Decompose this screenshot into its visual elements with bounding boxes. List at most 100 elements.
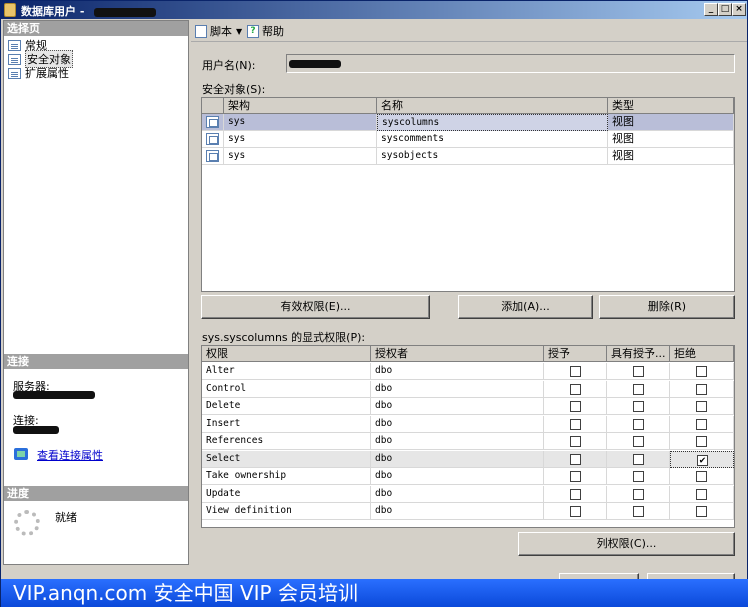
grant-cell <box>544 485 607 503</box>
deny-cell <box>670 433 734 450</box>
grant-checkbox[interactable] <box>569 383 581 395</box>
grant-checkbox[interactable] <box>569 436 581 447</box>
deny-checkbox[interactable] <box>696 366 707 377</box>
chevron-down-icon[interactable]: ▼ <box>236 27 242 36</box>
grant-checkbox[interactable] <box>569 471 581 482</box>
permission-row[interactable]: Select dbo ✔ <box>202 450 734 468</box>
permission-row[interactable]: Insert dbo <box>202 415 734 433</box>
permission-row[interactable]: References dbo <box>202 433 734 450</box>
deny-cell <box>670 363 734 380</box>
column-header-permission[interactable]: 权限 <box>202 346 371 362</box>
column-header-grantor[interactable]: 授权者 <box>371 346 544 362</box>
column-permissions-button[interactable]: 列权限(C)... <box>518 532 735 556</box>
title-bar[interactable]: 数据库用户 - _ □ × <box>1 1 747 19</box>
grant-checkbox[interactable] <box>569 488 581 500</box>
view-icon <box>206 133 219 145</box>
deny-checkbox[interactable] <box>696 506 707 517</box>
deny-checkbox[interactable] <box>696 488 707 500</box>
view-connection-properties-link[interactable]: 查看连接属性 <box>37 447 103 463</box>
column-header-name[interactable]: 名称 <box>377 98 608 114</box>
permission-row[interactable]: View definition dbo <box>202 503 734 520</box>
user-name-field <box>286 54 735 73</box>
permission-cell: Take ownership <box>202 468 371 485</box>
user-name-label: 用户名(N): <box>202 59 256 72</box>
permission-row[interactable]: Update dbo <box>202 485 734 503</box>
row-icon-header <box>202 98 224 114</box>
script-icon <box>195 24 207 38</box>
column-header-schema[interactable]: 架构 <box>224 98 377 114</box>
effective-permissions-button[interactable]: 有效权限(E)... <box>201 295 430 319</box>
nav-item-extended-properties[interactable]: 扩展属性 <box>8 66 69 80</box>
permission-row[interactable]: Control dbo <box>202 380 734 398</box>
permission-cell: Update <box>202 485 371 503</box>
with-grant-cell <box>607 363 670 380</box>
grant-cell <box>544 415 607 433</box>
permissions-grid[interactable]: 权限 授权者 授予 具有授予... 拒绝 Alter dbo Control dbo D… <box>201 345 735 528</box>
with-grant-cell <box>607 398 670 415</box>
grant-checkbox[interactable] <box>569 401 581 412</box>
database-user-window: 数据库用户 - _ □ × 选择页 常规 安全对象 扩展属性 连接 服务器: 连… <box>0 0 748 607</box>
with-grant-cell <box>607 415 670 433</box>
securable-row[interactable]: sys syscolumns 视图 <box>202 114 734 131</box>
permission-row[interactable]: Delete dbo <box>202 398 734 415</box>
grant-checkbox[interactable] <box>569 453 581 465</box>
promo-banner: VIP.anqn.com 安全中国 VIP 会员培训 <box>1 579 748 607</box>
with-grant-checkbox[interactable] <box>632 401 644 412</box>
permission-row[interactable]: Take ownership dbo <box>202 468 734 485</box>
column-header-type[interactable]: 类型 <box>608 98 734 114</box>
minimize-button[interactable]: _ <box>704 3 718 16</box>
deny-checkbox[interactable] <box>696 436 707 447</box>
explicit-permissions-label: sys.syscolumns 的显式权限(P): <box>202 331 366 344</box>
remove-button[interactable]: 删除(R) <box>599 295 735 319</box>
with-grant-cell <box>607 433 670 450</box>
securable-row[interactable]: sys sysobjects 视图 <box>202 148 734 165</box>
permission-cell: Control <box>202 380 371 398</box>
progress-header: 进度 <box>4 486 188 501</box>
nav-item-securables[interactable]: 安全对象 <box>8 50 73 68</box>
grant-cell <box>544 468 607 485</box>
row-icon-cell <box>202 131 224 148</box>
securable-row[interactable]: sys syscomments 视图 <box>202 131 734 148</box>
grant-checkbox[interactable] <box>569 366 581 377</box>
script-button[interactable]: 脚本 ▼ <box>195 23 242 39</box>
deny-cell <box>670 380 734 398</box>
with-grant-cell <box>607 380 670 398</box>
grantor-cell: dbo <box>371 398 544 415</box>
column-header-grant[interactable]: 授予 <box>544 346 607 362</box>
grantor-cell: dbo <box>371 363 544 380</box>
with-grant-checkbox[interactable] <box>632 453 644 465</box>
with-grant-cell <box>607 450 670 468</box>
deny-checkbox[interactable] <box>696 418 707 430</box>
grant-cell <box>544 380 607 398</box>
with-grant-checkbox[interactable] <box>632 471 644 482</box>
with-grant-checkbox[interactable] <box>632 418 644 430</box>
grant-checkbox[interactable] <box>569 506 581 517</box>
maximize-button[interactable]: □ <box>718 3 732 16</box>
nav-item-label: 扩展属性 <box>25 67 69 80</box>
name-cell: syscolumns <box>377 114 608 131</box>
column-header-deny[interactable]: 拒绝 <box>670 346 734 362</box>
close-button[interactable]: × <box>732 3 746 16</box>
with-grant-checkbox[interactable] <box>632 506 644 517</box>
deny-checkbox[interactable] <box>696 401 707 412</box>
connection-properties-icon <box>14 448 28 460</box>
permission-cell: View definition <box>202 503 371 520</box>
permission-row[interactable]: Alter dbo <box>202 363 734 380</box>
schema-cell: sys <box>224 114 377 131</box>
deny-checkbox[interactable]: ✔ <box>697 454 708 466</box>
permission-cell: Select <box>202 450 371 468</box>
schema-cell: sys <box>224 131 377 148</box>
deny-checkbox[interactable] <box>696 471 707 482</box>
with-grant-checkbox[interactable] <box>632 488 644 500</box>
help-button[interactable]: ? 帮助 <box>247 23 284 39</box>
with-grant-checkbox[interactable] <box>632 383 644 395</box>
with-grant-checkbox[interactable] <box>632 366 644 377</box>
grant-checkbox[interactable] <box>569 418 581 430</box>
deny-checkbox[interactable] <box>696 383 707 395</box>
connection-header: 连接 <box>4 354 188 369</box>
with-grant-checkbox[interactable] <box>632 436 644 447</box>
securables-grid[interactable]: 架构 名称 类型 sys syscolumns 视图 sys syscommen… <box>201 97 735 292</box>
column-header-with-grant[interactable]: 具有授予... <box>607 346 670 362</box>
grantor-cell: dbo <box>371 468 544 485</box>
add-button[interactable]: 添加(A)... <box>458 295 593 319</box>
